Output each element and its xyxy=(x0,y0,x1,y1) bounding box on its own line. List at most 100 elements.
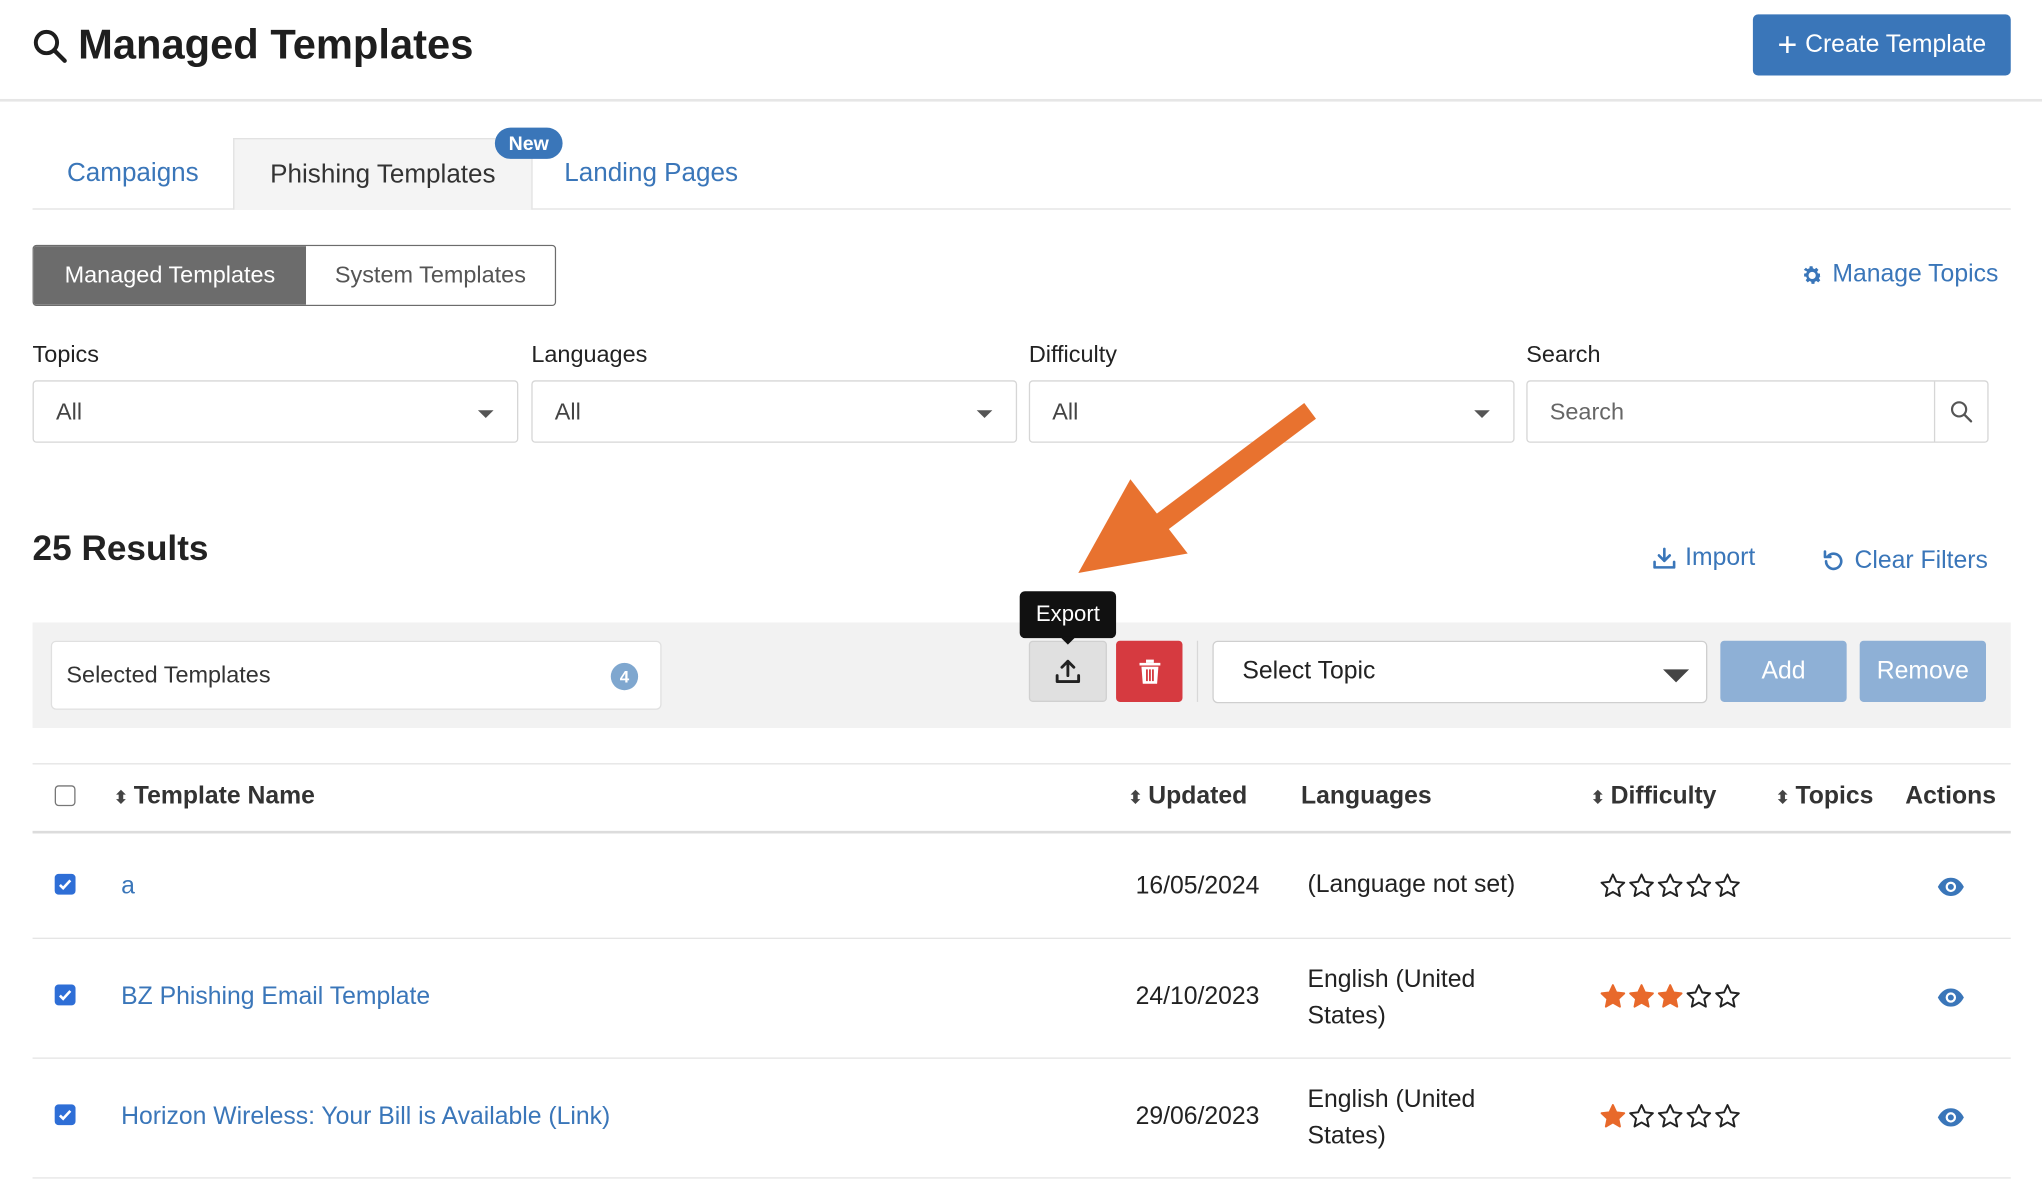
star-empty-icon xyxy=(1629,1104,1654,1128)
clear-filters-link[interactable]: Clear Filters xyxy=(1821,547,1988,576)
select-topic-label: Select Topic xyxy=(1242,657,1376,686)
tab-phishing-templates[interactable]: Phishing Templates xyxy=(233,138,533,210)
view-eye-icon[interactable] xyxy=(1937,1107,1966,1128)
delete-button[interactable] xyxy=(1116,640,1183,702)
page-title-text: Managed Templates xyxy=(78,20,474,68)
gear-icon xyxy=(1803,265,1822,284)
tab-campaigns[interactable]: Campaigns xyxy=(33,138,234,210)
header-topics[interactable]: ⬍ Topics xyxy=(1775,783,1873,812)
language-text: (Language not set) xyxy=(1307,871,1516,899)
template-name-link[interactable]: Horizon Wireless: Your Bill is Available… xyxy=(121,1103,610,1132)
search-icon xyxy=(1950,401,1973,423)
updated-date: 24/10/2023 xyxy=(1135,983,1260,1011)
sort-icon: ⬍ xyxy=(1775,785,1791,807)
sort-icon: ⬍ xyxy=(113,785,129,807)
select-topic-dropdown[interactable]: Select Topic xyxy=(1212,640,1708,704)
selected-templates-label: Selected Templates xyxy=(66,661,271,688)
languages-select-value: All xyxy=(554,397,581,424)
trash-icon xyxy=(1138,658,1160,684)
top-bar: Managed Templates + Create Template xyxy=(0,0,2042,102)
star-empty-icon xyxy=(1715,984,1740,1008)
search-filter-label: Search xyxy=(1526,341,1601,368)
topics-select[interactable]: All xyxy=(32,380,519,443)
clear-filters-label: Clear Filters xyxy=(1854,546,1988,575)
upload-icon xyxy=(1055,659,1081,683)
header-updated-label: Updated xyxy=(1148,782,1248,811)
selected-count-badge: 4 xyxy=(610,662,639,691)
languages-select[interactable]: All xyxy=(531,380,1018,443)
languages-filter-label: Languages xyxy=(531,341,648,368)
bulk-actions-toolbar: Selected Templates 4 Select Topic Add Re… xyxy=(32,622,2011,728)
add-topic-button[interactable]: Add xyxy=(1720,640,1847,702)
selected-templates-dropdown[interactable]: Selected Templates 4 xyxy=(50,640,662,710)
header-actions-label: Actions xyxy=(1905,782,1997,811)
row-checkbox[interactable] xyxy=(54,984,76,1006)
create-template-label: Create Template xyxy=(1805,30,1987,58)
caret-down-icon xyxy=(477,410,494,419)
header-actions: Actions xyxy=(1905,783,1996,812)
row-checkbox[interactable] xyxy=(54,873,76,895)
star-empty-icon xyxy=(1686,1104,1712,1128)
create-template-button[interactable]: + Create Template xyxy=(1752,14,2011,76)
template-name-link[interactable]: BZ Phishing Email Template xyxy=(121,983,430,1012)
header-languages: Languages xyxy=(1301,783,1432,812)
difficulty-stars xyxy=(1599,873,1741,900)
header-template-name[interactable]: ⬍ Template Name xyxy=(113,783,315,812)
star-empty-icon xyxy=(1686,984,1712,1008)
header-updated[interactable]: ⬍ Updated xyxy=(1128,783,1247,812)
star-filled-icon xyxy=(1629,984,1654,1008)
header-difficulty-label: Difficulty xyxy=(1610,782,1717,811)
search-icon xyxy=(33,29,67,63)
star-filled-icon xyxy=(1600,1104,1626,1128)
check-icon xyxy=(58,990,72,1001)
caret-down-icon xyxy=(976,410,993,419)
tab-bar: Campaigns Phishing Templates Landing Pag… xyxy=(32,138,2011,210)
import-link[interactable]: Import xyxy=(1651,544,1755,573)
star-empty-icon xyxy=(1686,873,1712,897)
updated-date: 16/05/2024 xyxy=(1135,872,1260,900)
search-button[interactable] xyxy=(1933,381,1987,442)
row-checkbox[interactable] xyxy=(54,1104,76,1126)
topics-select-value: All xyxy=(55,397,83,424)
export-button[interactable] xyxy=(1028,640,1107,702)
table-row: Horizon Wireless: Your Bill is Available… xyxy=(32,1059,2011,1179)
plus-icon: + xyxy=(1777,24,1798,64)
undo-icon xyxy=(1823,550,1843,571)
table-row: a 16/05/2024 (Language not set) xyxy=(32,833,2011,939)
star-empty-icon xyxy=(1600,873,1626,897)
difficulty-stars xyxy=(1599,983,1741,1010)
page-title: Managed Templates xyxy=(31,21,473,69)
star-empty-icon xyxy=(1657,873,1683,897)
tab-landing-pages[interactable]: Landing Pages xyxy=(540,138,761,210)
manage-topics-link[interactable]: Manage Topics xyxy=(1800,260,1999,289)
results-count: 25 Results xyxy=(32,528,209,568)
sort-icon: ⬍ xyxy=(1127,785,1144,807)
template-name-link[interactable]: a xyxy=(121,873,135,902)
caret-down-icon xyxy=(1663,669,1690,683)
remove-topic-button[interactable]: Remove xyxy=(1859,640,1987,702)
language-text: English (United States) xyxy=(1307,966,1476,1031)
template-type-toggle: Managed Templates System Templates xyxy=(32,244,557,307)
view-eye-icon[interactable] xyxy=(1937,876,1966,897)
download-icon xyxy=(1653,547,1676,569)
search-group xyxy=(1526,380,1989,443)
check-icon xyxy=(58,1109,72,1121)
view-eye-icon[interactable] xyxy=(1937,987,1966,1008)
templates-table: ⬍ Template Name ⬍ Updated Languages ⬍ Diffi… xyxy=(32,763,2011,1179)
header-template-name-label: Template Name xyxy=(133,782,315,811)
star-empty-icon xyxy=(1657,1104,1683,1128)
toolbar-divider xyxy=(1196,640,1199,702)
language-text: English (United States) xyxy=(1307,1086,1476,1150)
star-filled-icon xyxy=(1600,984,1626,1008)
system-templates-toggle[interactable]: System Templates xyxy=(306,246,555,305)
new-badge: New xyxy=(494,127,563,159)
managed-templates-toggle[interactable]: Managed Templates xyxy=(33,246,307,305)
manage-topics-label: Manage Topics xyxy=(1832,260,1999,288)
search-input[interactable] xyxy=(1527,381,1934,442)
select-all-checkbox[interactable] xyxy=(54,785,76,807)
star-filled-icon xyxy=(1657,984,1683,1008)
difficulty-stars xyxy=(1599,1103,1741,1130)
star-empty-icon xyxy=(1629,873,1654,897)
header-difficulty[interactable]: ⬍ Difficulty xyxy=(1590,783,1716,812)
topics-filter-label: Topics xyxy=(32,341,100,368)
